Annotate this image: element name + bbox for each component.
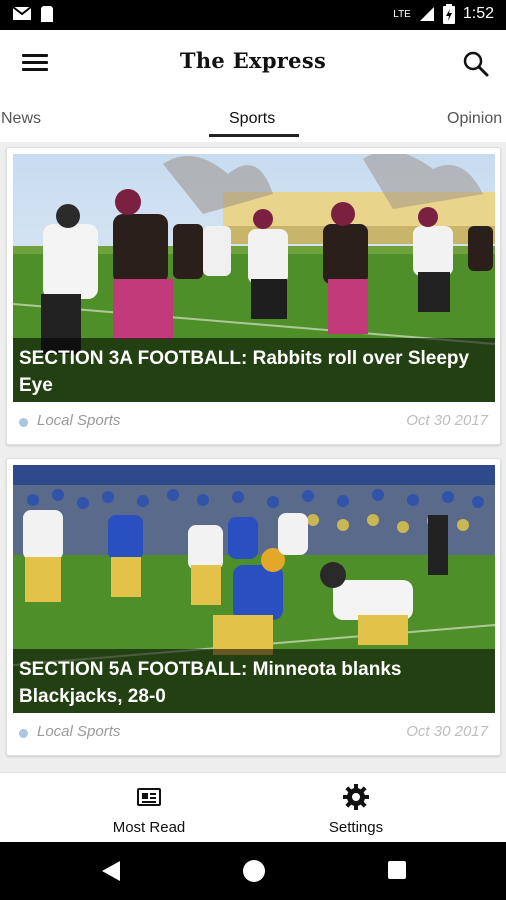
signal-icon xyxy=(419,7,434,21)
home-icon[interactable] xyxy=(242,859,266,883)
article-feed[interactable]: SECTION 3A FOOTBALL: Rabbits roll over S… xyxy=(0,142,506,772)
nav-settings[interactable]: Settings xyxy=(286,783,426,836)
system-nav-bar xyxy=(0,842,506,900)
nav-settings-label: Settings xyxy=(328,819,384,836)
article-date: Oct 30 2017 xyxy=(406,723,488,740)
battery-icon xyxy=(442,4,455,24)
recents-icon[interactable] xyxy=(387,859,407,881)
article-card[interactable]: SECTION 5A FOOTBALL: Minneota blanks Bla… xyxy=(6,458,501,756)
search-icon[interactable] xyxy=(460,48,492,80)
active-tab-indicator xyxy=(209,134,299,137)
article-headline: SECTION 5A FOOTBALL: Minneota blanks Bla… xyxy=(19,659,402,707)
network-type: LTE xyxy=(393,8,411,20)
newspaper-icon xyxy=(137,788,161,806)
sim-icon xyxy=(41,6,53,22)
article-meta: Local Sports Oct 30 2017 xyxy=(19,412,488,432)
app-title: The Express xyxy=(179,48,327,73)
article-category: Local Sports xyxy=(37,723,121,740)
article-meta: Local Sports Oct 30 2017 xyxy=(19,723,488,743)
gear-icon xyxy=(343,784,369,810)
article-category: Local Sports xyxy=(37,412,121,429)
article-date: Oct 30 2017 xyxy=(406,412,488,429)
article-image: SECTION 3A FOOTBALL: Rabbits roll over S… xyxy=(13,154,495,402)
section-tabs: News Sports Opinion xyxy=(0,96,506,142)
bottom-nav: Most Read Settings xyxy=(0,772,506,842)
nav-most-read-label: Most Read xyxy=(112,819,186,836)
article-image: SECTION 5A FOOTBALL: Minneota blanks Bla… xyxy=(13,465,495,713)
gmail-icon xyxy=(12,6,32,20)
tab-sports[interactable]: Sports xyxy=(229,110,275,128)
tab-opinion[interactable]: Opinion xyxy=(447,110,502,128)
article-headline: SECTION 3A FOOTBALL: Rabbits roll over S… xyxy=(19,348,470,396)
article-card[interactable]: SECTION 3A FOOTBALL: Rabbits roll over S… xyxy=(6,147,501,445)
back-icon[interactable] xyxy=(100,859,122,883)
clock: 1:52 xyxy=(462,5,494,22)
tab-news[interactable]: News xyxy=(1,110,41,128)
app-bar: The Express xyxy=(0,30,506,96)
category-dot-icon xyxy=(19,729,28,738)
category-dot-icon xyxy=(19,418,28,427)
status-bar: LTE 1:52 xyxy=(0,0,506,30)
nav-most-read[interactable]: Most Read xyxy=(79,783,219,836)
